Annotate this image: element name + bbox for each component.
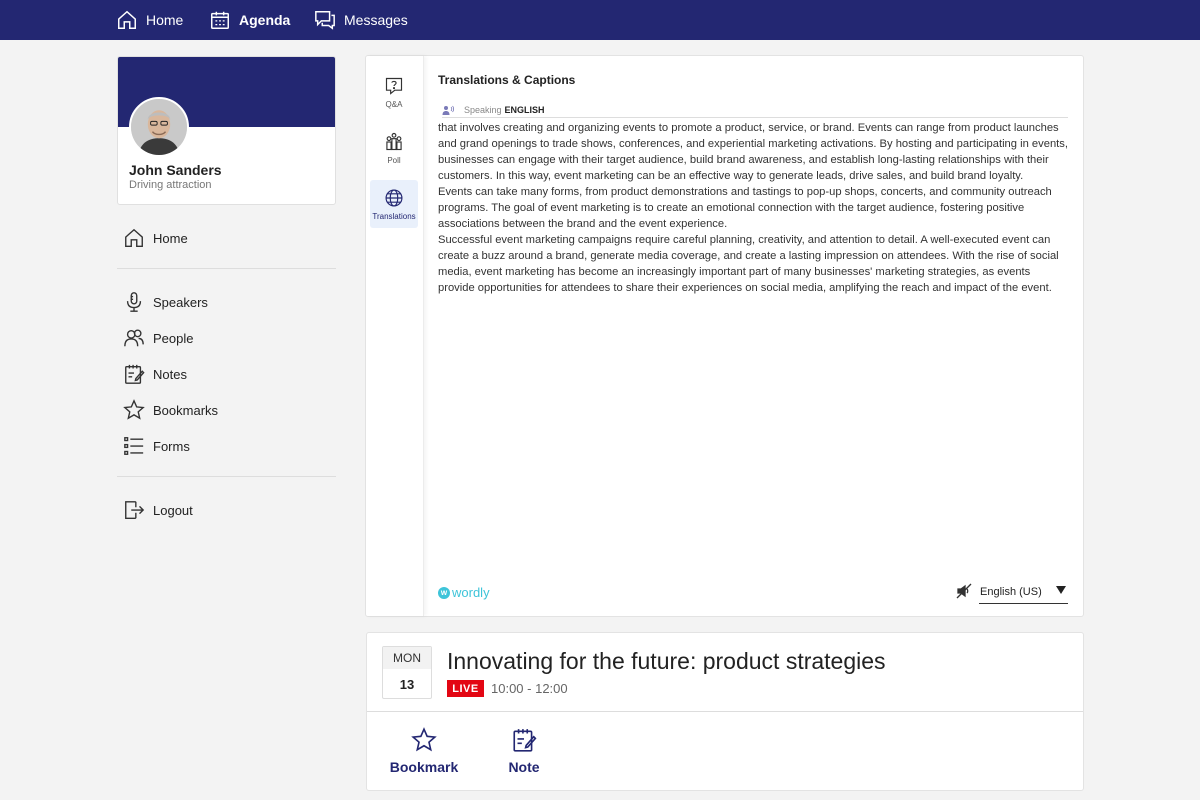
tab-poll-label: Poll [387, 155, 401, 165]
profile-name: John Sanders [129, 162, 222, 178]
sidebar-divider [117, 268, 336, 269]
nav-home-label: Home [146, 12, 184, 28]
sidebar-item-notes[interactable]: Notes [123, 362, 187, 386]
transcript-text: that involves creating and organizing ev… [438, 120, 1068, 296]
speaking-label: Speaking [464, 104, 502, 115]
star-icon [123, 399, 145, 420]
panel-title: Translations & Captions [438, 73, 576, 87]
question-icon [385, 77, 403, 95]
session-card: MON 13 Innovating for the future: produc… [366, 632, 1084, 791]
translations-panel: Q&A Poll Translations Translations & Cap… [365, 55, 1084, 617]
dropdown-arrow-icon [1056, 586, 1066, 594]
microphone-icon [126, 292, 142, 312]
transcript-paragraph: that involves creating and organizing ev… [438, 122, 1068, 182]
nav-messages-label: Messages [344, 12, 408, 28]
speaker-icon [442, 105, 454, 115]
nav-agenda-label: Agenda [239, 12, 291, 28]
sidebar-item-label: People [153, 330, 194, 346]
transcript-paragraph: Successful event marketing campaigns req… [438, 234, 1059, 294]
language-select-value: English (US) [980, 585, 1042, 598]
nav-home[interactable]: Home [116, 0, 183, 40]
bookmark-button[interactable]: Bookmark [389, 727, 459, 777]
sidebar-item-people[interactable]: People [123, 326, 193, 350]
messages-icon [315, 11, 335, 30]
sidebar-item-label: Notes [153, 366, 187, 382]
nav-messages[interactable]: Messages [314, 0, 408, 40]
bookmark-button-label: Bookmark [389, 759, 459, 775]
globe-icon [385, 189, 403, 206]
sidebar-item-home[interactable]: Home [123, 226, 188, 250]
home-icon [118, 10, 136, 29]
people-icon [124, 329, 144, 347]
tab-qa[interactable]: Q&A [370, 68, 418, 116]
note-icon [513, 729, 537, 752]
session-time: 10:00 - 12:00 [491, 681, 568, 696]
tab-translations-label: Translations [372, 211, 416, 221]
star-icon [411, 727, 437, 752]
poll-icon [386, 132, 402, 150]
profile-subtitle: Driving attraction [129, 179, 212, 191]
list-icon [124, 437, 144, 455]
wordly-badge-icon: w [438, 586, 450, 599]
session-divider [367, 711, 1083, 712]
sidebar-divider [117, 476, 336, 477]
tab-translations[interactable]: Translations [370, 180, 418, 228]
sidebar-item-label: Home [153, 230, 188, 246]
session-title: Innovating for the future: product strat… [447, 648, 886, 674]
speaking-language: ENGLISH [504, 104, 545, 115]
session-date: MON 13 [382, 646, 432, 699]
note-button-label: Note [508, 759, 540, 775]
language-select[interactable]: English (US) [979, 580, 1068, 604]
home-icon [125, 228, 143, 247]
tab-qa-label: Q&A [385, 99, 403, 109]
logout-icon [125, 501, 145, 519]
nav-agenda[interactable]: Agenda [209, 0, 290, 40]
panel-tab-rail: Q&A Poll Translations [366, 56, 424, 616]
note-button[interactable]: Note [489, 727, 559, 777]
wordly-wordmark: wordly [452, 585, 490, 600]
sidebar-item-logout[interactable]: Logout [123, 498, 193, 522]
live-badge: LIVE [447, 680, 484, 697]
session-date-number: 13 [399, 677, 415, 692]
sidebar-item-label: Speakers [153, 294, 208, 310]
tab-poll[interactable]: Poll [370, 124, 418, 172]
sidebar-item-forms[interactable]: Forms [123, 434, 190, 458]
sidebar-item-label: Forms [153, 438, 190, 454]
sidebar-item-label: Bookmarks [153, 402, 219, 418]
top-navigation: Home Agenda Messages [0, 0, 1200, 40]
notes-icon [125, 364, 145, 384]
wordly-logo: w wordly [438, 585, 490, 600]
sidebar-item-speakers[interactable]: Speakers [123, 290, 208, 314]
avatar[interactable] [129, 97, 189, 157]
calendar-icon [211, 11, 229, 29]
session-day: MON [383, 647, 431, 669]
speaking-indicator: Speaking ENGLISH [442, 102, 1068, 118]
sidebar-item-bookmarks[interactable]: Bookmarks [123, 398, 218, 422]
sidebar-item-label: Logout [153, 502, 193, 518]
avatar-photo-icon [131, 99, 187, 155]
transcript-paragraph: Events can take many forms, from product… [438, 186, 1052, 230]
profile-card[interactable]: John Sanders Driving attraction [117, 56, 336, 205]
mute-audio-icon[interactable] [956, 583, 972, 599]
